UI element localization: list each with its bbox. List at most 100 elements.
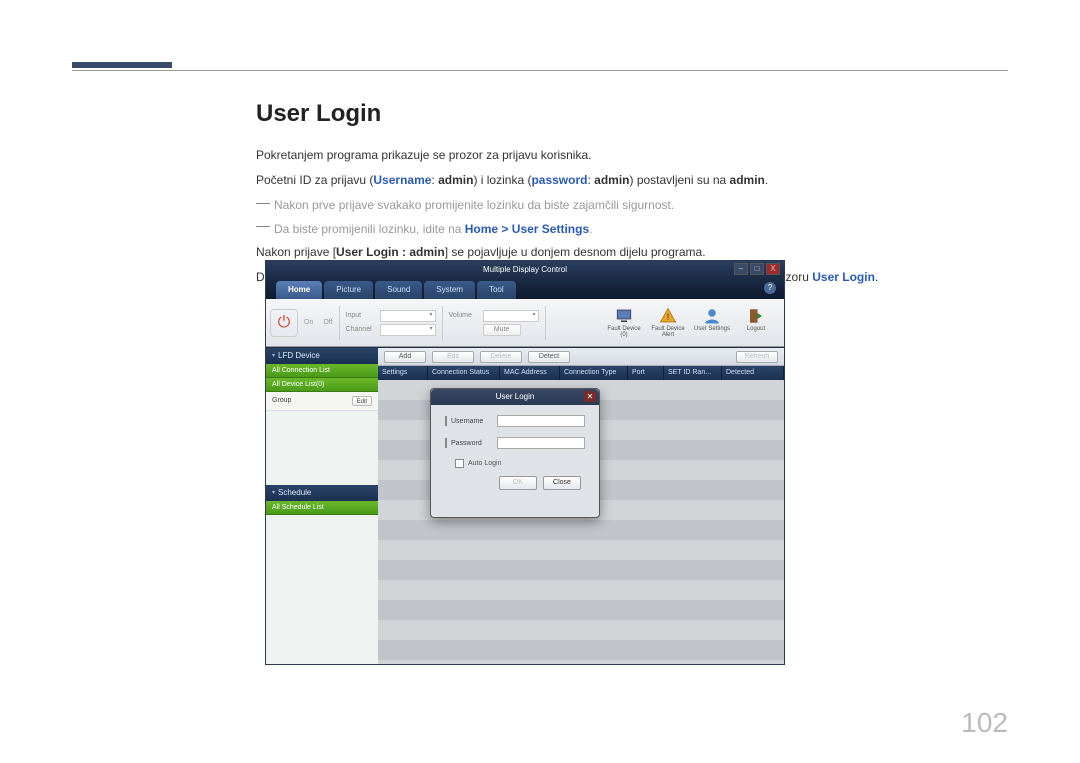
- sidebar-head-lfd[interactable]: LFD Device: [266, 348, 378, 364]
- grid-button-row: Add Edit Delete Detect Refresh: [378, 348, 784, 366]
- paragraph: Pokretanjem programa prikazuje se prozor…: [256, 146, 996, 165]
- grid-columns: Settings Connection Status MAC Address C…: [378, 366, 784, 380]
- col-setid[interactable]: SET ID Ran...: [664, 366, 722, 380]
- text: ) i lozinka (: [473, 173, 531, 187]
- note-text: Da biste promijenili lozinku, idite na: [274, 222, 465, 236]
- paragraph: Početni ID za prijavu (Username: admin) …: [256, 171, 996, 190]
- sidebar-head-schedule[interactable]: Schedule: [266, 485, 378, 501]
- volume-group: Volume Mute: [449, 310, 539, 336]
- auto-login-row[interactable]: Auto Login: [455, 459, 585, 468]
- tab-system[interactable]: System: [424, 281, 475, 299]
- volume-label: Volume: [449, 312, 481, 319]
- field-icon: [445, 438, 447, 448]
- username-label: Username: [451, 418, 493, 425]
- dialog-close-icon[interactable]: ✕: [584, 391, 596, 402]
- text: Nakon prijave [: [256, 245, 336, 259]
- col-port[interactable]: Port: [628, 366, 664, 380]
- logout-icon[interactable]: Logout: [738, 307, 774, 338]
- input-group: Input Channel: [346, 310, 436, 336]
- dialog-buttons: OK Close: [445, 476, 585, 490]
- add-button[interactable]: Add: [384, 351, 426, 363]
- page-rule: [72, 70, 1008, 71]
- auto-login-checkbox[interactable]: [455, 459, 464, 468]
- link-text: Home > User Settings: [465, 222, 589, 236]
- fault-device-icon[interactable]: Fault Device (0): [606, 307, 642, 338]
- sidebar-item-schedule-list[interactable]: All Schedule List: [266, 501, 378, 515]
- tab-picture[interactable]: Picture: [324, 281, 373, 299]
- edit-grid-button[interactable]: Edit: [432, 351, 474, 363]
- dialog-body: Username Password Auto Login OK Close: [431, 405, 599, 496]
- help-icon[interactable]: ?: [764, 282, 776, 294]
- note: Da biste promijenili lozinku, idite na H…: [256, 220, 996, 239]
- col-detected[interactable]: Detected: [722, 366, 784, 380]
- refresh-button[interactable]: Refresh: [736, 351, 778, 363]
- divider: [339, 306, 340, 340]
- minimize-button[interactable]: –: [734, 263, 748, 275]
- bold: admin: [438, 173, 473, 187]
- col-settings[interactable]: Settings: [378, 366, 428, 380]
- username-input[interactable]: [497, 415, 585, 427]
- sidebar-fill: [266, 515, 378, 664]
- dash-icon: [256, 203, 270, 204]
- note: Nakon prve prijave svakako promijenite l…: [256, 196, 996, 215]
- text: .: [589, 222, 592, 236]
- detect-button[interactable]: Detect: [528, 351, 570, 363]
- toolbar: ⏻ On Off Input Channel Volume Mute Fault…: [266, 299, 784, 347]
- channel-select[interactable]: [380, 324, 436, 336]
- password-input[interactable]: [497, 437, 585, 449]
- edit-button[interactable]: Edit: [352, 396, 372, 406]
- volume-slider[interactable]: [483, 310, 539, 322]
- fault-device-alert-icon[interactable]: ! Fault Device Alert: [650, 307, 686, 338]
- window-buttons: – □ X: [734, 263, 780, 275]
- input-select[interactable]: [380, 310, 436, 322]
- tab-tool[interactable]: Tool: [477, 281, 516, 299]
- close-button[interactable]: X: [766, 263, 780, 275]
- username-row: Username: [445, 415, 585, 427]
- input-label: Input: [346, 312, 378, 319]
- group-label: Group: [272, 392, 291, 410]
- bold-link: User Login: [812, 270, 875, 284]
- bold-link: Username: [373, 173, 431, 187]
- tab-home[interactable]: Home: [276, 281, 322, 299]
- power-off-label: Off: [323, 319, 332, 326]
- text: .: [875, 270, 878, 284]
- maximize-button[interactable]: □: [750, 263, 764, 275]
- mute-button[interactable]: Mute: [483, 324, 521, 336]
- text: Početni ID za prijavu (: [256, 173, 373, 187]
- titlebar: Multiple Display Control – □ X: [266, 261, 784, 279]
- power-icon[interactable]: ⏻: [270, 309, 298, 337]
- sidebar-item-connection-list[interactable]: All Connection List: [266, 364, 378, 378]
- page-number: 102: [961, 707, 1008, 739]
- toolbar-icons: Fault Device (0) ! Fault Device Alert Use…: [606, 307, 780, 338]
- bold: admin: [730, 173, 765, 187]
- dialog-title: User Login ✕: [431, 389, 599, 405]
- password-label: Password: [451, 440, 493, 447]
- col-conn-status[interactable]: Connection Status: [428, 366, 500, 380]
- bold: admin: [594, 173, 629, 187]
- divider: [545, 306, 546, 340]
- password-row: Password: [445, 437, 585, 449]
- tab-sound[interactable]: Sound: [375, 281, 422, 299]
- text: .: [765, 173, 768, 187]
- icon-label: Fault Device Alert: [651, 326, 684, 338]
- text: ] se pojavljuje u donjem desnom dijelu p…: [445, 245, 706, 259]
- icon-label: Fault Device (0): [607, 326, 640, 338]
- close-dialog-button[interactable]: Close: [543, 476, 581, 490]
- auto-login-label: Auto Login: [468, 460, 501, 467]
- svg-text:!: !: [667, 312, 670, 322]
- sidebar-group-row: Group Edit: [266, 392, 378, 411]
- page-accent: [72, 62, 172, 68]
- sidebar-item-device-list[interactable]: All Device List(0): [266, 378, 378, 392]
- window-title: Multiple Display Control: [483, 265, 567, 274]
- divider: [442, 306, 443, 340]
- note-text: Nakon prve prijave svakako promijenite l…: [274, 198, 674, 212]
- col-conn-type[interactable]: Connection Type: [560, 366, 628, 380]
- delete-button[interactable]: Delete: [480, 351, 522, 363]
- user-settings-icon[interactable]: User Settings: [694, 307, 730, 338]
- page-heading: User Login: [256, 100, 996, 128]
- sidebar: LFD Device All Connection List All Devic…: [266, 348, 378, 664]
- col-mac[interactable]: MAC Address: [500, 366, 560, 380]
- ok-button[interactable]: OK: [499, 476, 537, 490]
- dash-icon: [256, 226, 270, 227]
- icon-label: User Settings: [694, 326, 730, 332]
